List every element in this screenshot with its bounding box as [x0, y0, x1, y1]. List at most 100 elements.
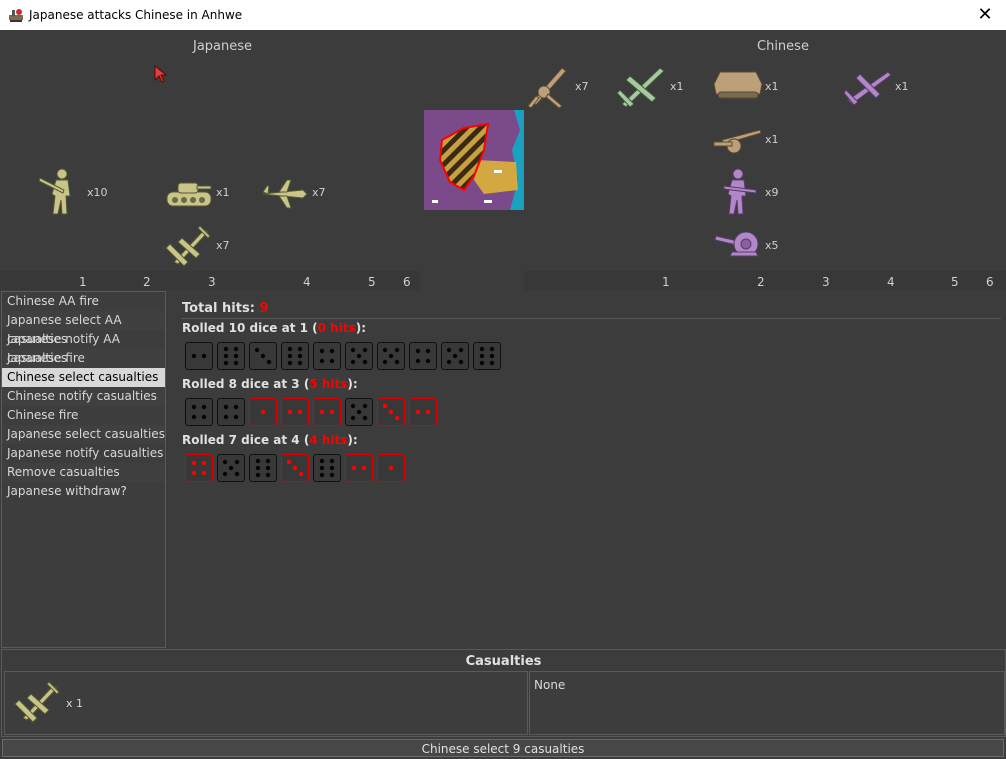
territory-map — [424, 110, 524, 213]
die-pip — [329, 458, 335, 464]
die-pip — [388, 353, 394, 359]
die-pip — [287, 409, 293, 415]
die-face-1 — [377, 454, 405, 482]
chinese-field-gun-unit — [712, 124, 764, 159]
die-pip — [191, 353, 197, 359]
defender-die-number: 1 — [662, 275, 670, 289]
die-pip — [297, 346, 303, 352]
attacker-die-number: 2 — [143, 275, 151, 289]
casualty-bomber-unit — [13, 678, 63, 729]
roll-suffix: ): — [347, 433, 358, 447]
defender-die-number: 6 — [986, 275, 994, 289]
roll-prefix: Rolled 10 dice at 1 ( — [182, 321, 318, 335]
die-face-3 — [377, 398, 405, 426]
die-pip — [298, 471, 304, 477]
roll-header: Rolled 7 dice at 4 (4 hits): — [182, 433, 358, 447]
die-pip — [255, 458, 261, 464]
die-pip — [382, 403, 388, 409]
step-item[interactable]: Japanese select AA casualties — [2, 311, 165, 346]
total-hits: Total hits: 9 — [182, 301, 268, 316]
step-item[interactable]: Remove casualties — [2, 463, 165, 482]
die-pips-icon — [287, 346, 303, 366]
die-pips-icon — [382, 347, 400, 365]
die-pips-icon — [260, 409, 266, 415]
window-title: Japanese attacks Chinese in Anhwe — [29, 8, 243, 22]
die-pip — [329, 472, 335, 478]
die-face-6 — [313, 454, 341, 482]
roll-header: Rolled 10 dice at 1 (0 hits): — [182, 321, 366, 335]
die-pip — [425, 358, 431, 364]
die-face-2 — [185, 342, 213, 370]
attacker-casualties: x 1 — [4, 671, 528, 735]
die-pips-icon — [382, 403, 400, 421]
chinese-artillery-count: x7 — [575, 80, 589, 93]
japanese-infantry-unit — [36, 168, 84, 221]
chinese-ally-artillery-count: x5 — [765, 239, 779, 252]
die-pip — [233, 404, 239, 410]
die-pip — [388, 465, 394, 471]
die-pip — [446, 359, 452, 365]
total-hits-value: 9 — [259, 301, 269, 316]
die-face-4 — [409, 342, 437, 370]
die-pip — [361, 465, 367, 471]
die-face-3 — [281, 454, 309, 482]
die-face-5 — [345, 342, 373, 370]
die-face-5 — [441, 342, 469, 370]
die-pips-icon — [191, 353, 207, 359]
die-pip — [479, 360, 485, 366]
die-face-3 — [249, 342, 277, 370]
step-item[interactable]: Chinese select casualties — [2, 368, 165, 387]
die-pip — [458, 359, 464, 365]
die-pip — [287, 353, 293, 359]
die-pip — [329, 358, 335, 364]
step-item[interactable]: Chinese notify casualties — [2, 387, 165, 406]
die-pip — [223, 346, 229, 352]
die-pips-icon — [286, 459, 304, 477]
select-casualties-button[interactable]: Chinese select 9 casualties — [2, 739, 1004, 757]
step-item[interactable]: Japanese select casualties — [2, 425, 165, 444]
die-pip — [234, 471, 240, 477]
divider — [181, 318, 1001, 319]
roll-hits: 4 hits — [309, 433, 348, 447]
step-item[interactable]: Japanese fire — [2, 349, 165, 368]
step-item[interactable]: Japanese notify AA casualties — [2, 330, 165, 365]
die-pips-icon — [415, 409, 431, 415]
die-pips-icon — [319, 458, 335, 478]
die-pip — [287, 360, 293, 366]
dice-results-panel: Total hits: 9 Rolled 10 dice at 1 (0 hit… — [167, 291, 1005, 648]
battle-steps-list[interactable]: Chinese AA fire Japanese select AA casua… — [1, 291, 166, 648]
die-pip — [255, 465, 261, 471]
die-pip — [350, 415, 356, 421]
die-pips-icon — [255, 458, 271, 478]
die-face-2 — [409, 398, 437, 426]
die-face-4 — [185, 454, 213, 482]
japanese-bomber-count: x7 — [216, 239, 230, 252]
die-pip — [489, 353, 495, 359]
japanese-fighter-count: x7 — [312, 186, 326, 199]
roll-hits: 5 hits — [309, 377, 348, 391]
die-pip — [233, 353, 239, 359]
die-pips-icon — [415, 348, 431, 364]
defender-casualties: None — [529, 671, 1005, 735]
die-pip — [222, 459, 228, 465]
step-item[interactable]: Chinese fire — [2, 406, 165, 425]
step-item[interactable]: Japanese notify casualties — [2, 444, 165, 463]
die-pips-icon — [479, 346, 495, 366]
step-item[interactable]: Japanese withdraw? — [2, 482, 165, 501]
die-pip — [362, 403, 368, 409]
die-pip — [329, 348, 335, 354]
die-pip — [255, 472, 261, 478]
die-pips-icon — [350, 403, 368, 421]
die-pip — [201, 353, 207, 359]
die-pips-icon — [319, 409, 335, 415]
defender-die-number: 2 — [757, 275, 765, 289]
die-pip — [415, 409, 421, 415]
die-pips-icon — [446, 347, 464, 365]
die-pip — [260, 409, 266, 415]
roll-hits: 0 hits — [317, 321, 356, 335]
close-icon[interactable]: ✕ — [970, 1, 1000, 29]
roll-prefix: Rolled 7 dice at 4 ( — [182, 433, 310, 447]
app-icon — [8, 7, 24, 26]
step-item[interactable]: Chinese AA fire — [2, 292, 165, 311]
die-pip — [223, 360, 229, 366]
